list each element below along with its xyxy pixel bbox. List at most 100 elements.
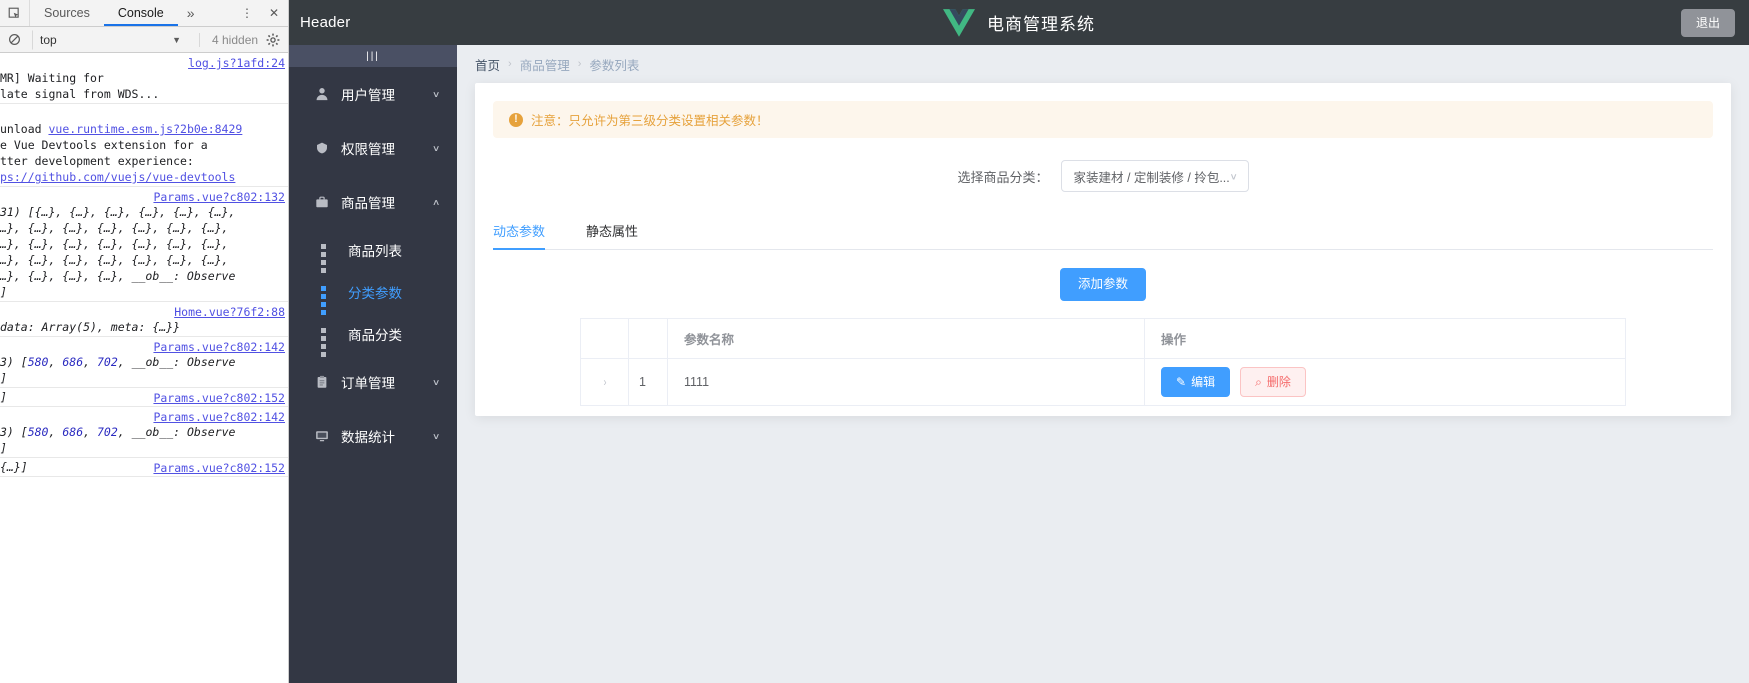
devtools-tabbar: Sources Console » ⋮ ✕ — [0, 0, 288, 27]
sidebar-label-user-management: 用户管理 — [341, 88, 395, 103]
breadcrumb-separator-icon: › — [577, 58, 582, 70]
console-log-line: e Vue Devtools extension for a — [0, 138, 208, 152]
console-log-line: 31) [{…}, {…}, {…}, {…}, {…}, {…}, — [0, 205, 236, 219]
category-select-row: 选择商品分类： 家装建材 / 定制装修 / 拎包... ∨ — [493, 160, 1713, 192]
console-source-link[interactable]: log.js?1afd:24 — [188, 55, 285, 71]
table-header-row: 参数名称 操作 — [581, 318, 1625, 359]
inspect-element-icon[interactable] — [0, 0, 30, 26]
tab-static-attributes[interactable]: 静态属性 — [586, 212, 657, 249]
app-header: Header 电商管理系统 退出 — [289, 0, 1749, 45]
sidebar-group-orders: 订单管理 ∨ — [289, 355, 457, 409]
console-log-line: tter development experience: — [0, 154, 194, 168]
console-log-line: unload vue.runtime.esm.js?2b0e:8429 — [0, 122, 243, 136]
console-log-entry: ] Params.vue?c802:152 — [0, 388, 288, 407]
console-log-line: ] — [0, 285, 7, 299]
chevron-down-icon: ∨ — [431, 89, 440, 99]
chevron-down-icon: ∨ — [431, 143, 440, 153]
console-source-link[interactable]: Params.vue?c802:142 — [153, 339, 285, 355]
sidebar-item-user-management[interactable]: 用户管理 ∨ — [289, 67, 457, 121]
console-context-selector[interactable]: top ▼ — [32, 29, 187, 50]
console-log-line: ] — [0, 390, 7, 404]
chevron-down-icon: ∨ — [431, 377, 440, 387]
breadcrumb: 首页 › 商品管理 › 参数列表 — [475, 45, 1731, 83]
sidebar-item-goods-list[interactable]: 商品列表 — [289, 229, 457, 273]
console-inline-link[interactable]: vue.runtime.esm.js?2b0e:8429 — [48, 122, 242, 136]
sidebar-collapse-toggle[interactable]: ||| — [289, 45, 457, 67]
tab-dynamic-params[interactable]: 动态参数 — [493, 212, 564, 250]
chevron-down-icon: ∨ — [1229, 171, 1238, 182]
table-header-param-name: 参数名称 — [668, 318, 1145, 358]
console-source-link[interactable]: Params.vue?c802:152 — [153, 460, 285, 476]
sidebar-label-goods-list: 商品列表 — [348, 244, 402, 259]
console-log-entry: Params.vue?c802:132 31) [{…}, {…}, {…}, {… — [0, 187, 288, 302]
devtools-tabbar-spacer — [204, 0, 234, 26]
console-log-entry: Params.vue?c802:142 3) [580, 686, 702, __… — [0, 407, 288, 458]
header-left-title: Header — [300, 14, 351, 31]
devtools-more-tabs-icon[interactable]: » — [178, 0, 204, 26]
grid-icon — [321, 285, 339, 315]
devtools-tab-sources[interactable]: Sources — [30, 0, 104, 26]
console-hidden-count: 4 hidden — [199, 32, 258, 47]
console-source-link[interactable]: Home.vue?76f2:88 — [174, 304, 285, 320]
console-url-link[interactable]: ps://github.com/vuejs/vue-devtools — [0, 170, 235, 184]
table-row: › 1 1111 ✎ 编辑 ⌕ 删除 — [581, 358, 1625, 406]
table-header-index — [629, 318, 668, 358]
console-source-link[interactable]: Params.vue?c802:132 — [153, 189, 285, 205]
add-param-row: 添加参数 — [493, 268, 1713, 301]
sidebar-item-goods-management[interactable]: 商品管理 ∧ — [289, 175, 457, 229]
vue-admin-app: Header 电商管理系统 退出 ||| 用户管理 ∨ 权限管理 ∨ 商品管理 … — [289, 0, 1749, 683]
console-log-line: …}, {…}, {…}, {…}, {…}, {…}, {…}, — [0, 221, 229, 235]
briefcase-icon — [312, 195, 332, 209]
chevron-up-icon: ∧ — [431, 197, 440, 207]
row-param-name-cell: 1111 — [668, 358, 1145, 405]
console-source-link[interactable]: Params.vue?c802:142 — [153, 409, 285, 425]
breadcrumb-separator-icon: › — [508, 58, 512, 70]
console-context-value: top — [40, 32, 57, 47]
console-log-list[interactable]: log.js?1afd:24 MR] Waiting for late signal… — [0, 53, 288, 683]
sidebar-item-category-params[interactable]: 分类参数 — [289, 271, 457, 315]
sidebar-item-data-statistics[interactable]: 数据统计 ∨ — [289, 409, 457, 463]
console-source-link[interactable]: Params.vue?c802:152 — [153, 390, 285, 406]
params-table: 参数名称 操作 › 1 1111 ✎ 编辑 ⌕ 删除 — [580, 317, 1626, 406]
category-select-label: 选择商品分类： — [957, 169, 1049, 185]
grid-icon — [321, 327, 339, 357]
category-cascader-select[interactable]: 家装建材 / 定制装修 / 拎包... ∨ — [1060, 160, 1249, 192]
devtools-kebab-menu-icon[interactable]: ⋮ — [234, 0, 260, 26]
sidebar-group-users: 用户管理 ∨ — [289, 67, 457, 121]
console-log-entry: Params.vue?c802:142 3) [580, 686, 702, __… — [0, 337, 288, 388]
warning-alert: ! 注意：只允许为第三级分类设置相关参数！ — [493, 101, 1713, 138]
console-log-line: ] — [0, 441, 7, 455]
devtools-tab-console[interactable]: Console — [104, 0, 178, 26]
settings-gear-icon[interactable] — [266, 33, 280, 47]
params-tabs: 动态参数 静态属性 — [493, 212, 1713, 250]
clipboard-icon — [312, 375, 332, 389]
edit-button-label: 编辑 — [1191, 374, 1216, 389]
console-log-line: MR] Waiting for — [0, 71, 104, 85]
sidebar-item-order-management[interactable]: 订单管理 ∨ — [289, 355, 457, 409]
breadcrumb-item-goods[interactable]: 商品管理 — [520, 55, 570, 74]
header-brand-block: 电商管理系统 — [289, 0, 1749, 45]
sidebar-item-goods-category[interactable]: 商品分类 — [289, 313, 457, 357]
delete-button-label: 删除 — [1266, 374, 1291, 389]
logout-button[interactable]: 退出 — [1680, 8, 1735, 37]
console-log-line: ps://github.com/vuejs/vue-devtools — [0, 169, 288, 185]
sidebar-group-rights: 权限管理 ∨ — [289, 121, 457, 175]
pencil-icon: ✎ — [1176, 374, 1187, 389]
breadcrumb-item-params: 参数列表 — [589, 58, 640, 73]
add-param-button[interactable]: 添加参数 — [1059, 268, 1146, 301]
console-log-line: 3) [580, 686, 702, __ob__: Observe — [0, 355, 236, 369]
devtools-console-toolbar: top ▼ 4 hidden — [0, 27, 288, 53]
breadcrumb-item-home[interactable]: 首页 — [475, 55, 500, 74]
monitor-icon — [312, 429, 332, 443]
sidebar-label-category-params: 分类参数 — [348, 286, 402, 301]
sidebar-item-rights-management[interactable]: 权限管理 ∨ — [289, 121, 457, 175]
row-expand-cell[interactable]: › — [581, 358, 629, 405]
chevron-down-icon: ∨ — [431, 431, 440, 441]
delete-search-icon: ⌕ — [1255, 374, 1262, 389]
clear-console-icon[interactable] — [2, 33, 26, 46]
delete-button[interactable]: ⌕ 删除 — [1240, 366, 1306, 397]
console-log-line: 3) [580, 686, 702, __ob__: Observe — [0, 425, 236, 439]
devtools-close-icon[interactable]: ✕ — [260, 0, 288, 26]
edit-button[interactable]: ✎ 编辑 — [1161, 366, 1231, 397]
console-log-line: ] — [0, 371, 7, 385]
